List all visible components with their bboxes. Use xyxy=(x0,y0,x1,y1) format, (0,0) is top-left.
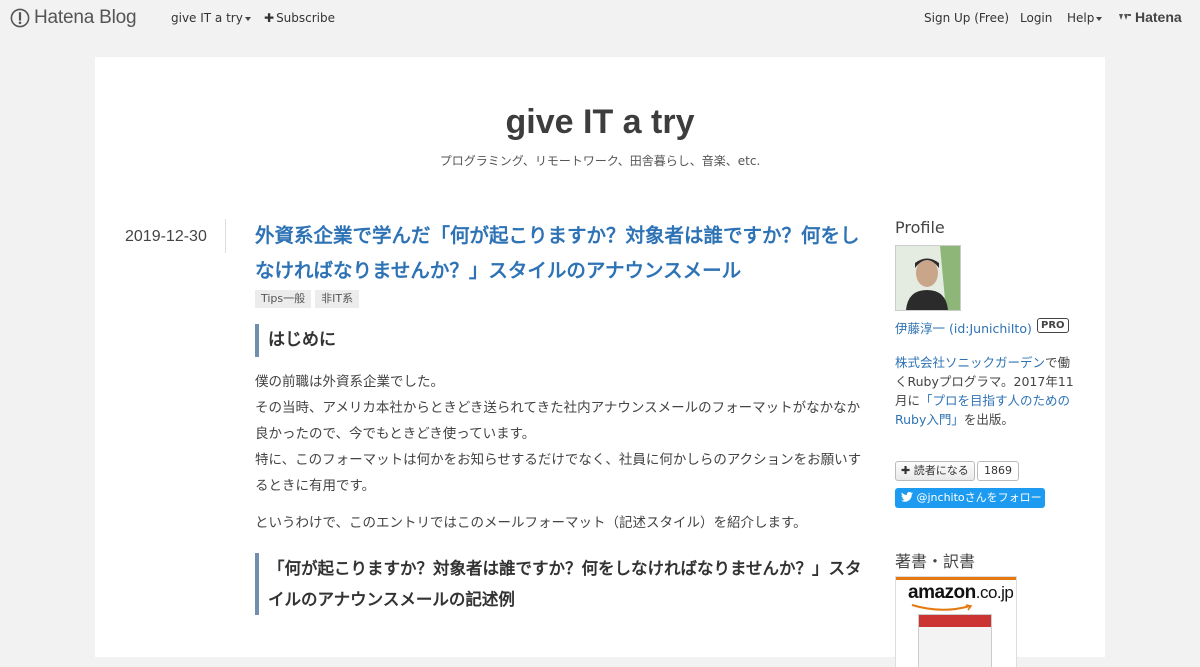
paragraph-line: 僕の前職は外資系企業でした。 xyxy=(255,374,444,390)
book-cover xyxy=(918,614,992,667)
reader-button-label: 読者になる xyxy=(913,464,969,477)
entry-categories: Tips一般 非IT系 xyxy=(255,290,360,308)
subscribe-reader-button[interactable]: ✚ 読者になる xyxy=(895,461,975,481)
blog-description: プログラミング、リモートワーク、田舎暮らし、音楽、etc. xyxy=(439,154,761,168)
pro-badge: PRO xyxy=(1037,318,1069,333)
hatena-logo[interactable]: Hatena xyxy=(1118,9,1182,25)
twitter-follow-label: @jnchitoさんをフォロー xyxy=(916,491,1042,504)
blog-menu-dropdown[interactable]: give IT a try xyxy=(171,11,251,25)
entry-title[interactable]: 外資系企業で学んだ「何が起こりますか？対象者は誰ですか？何をしなければなりません… xyxy=(255,219,870,289)
blog-container: give IT a try プログラミング、リモートワーク、田舎暮らし、音楽、e… xyxy=(95,57,1105,667)
company-link[interactable]: 株式会社ソニックガーデン xyxy=(895,355,1045,370)
plus-icon: ✚ xyxy=(264,11,275,25)
reader-count: 1869 xyxy=(977,461,1019,481)
book-cover-band xyxy=(919,615,991,627)
amazon-logo: amazon.co.jp xyxy=(908,582,1014,604)
profile-description: 株式会社ソニックガーデンで働くRubyプログラマ。2017年11月に「プロを目指… xyxy=(895,353,1075,429)
entry-date[interactable]: 2019-12-30 xyxy=(125,228,207,246)
category-tag[interactable]: Tips一般 xyxy=(255,290,312,308)
chevron-down-icon xyxy=(1096,16,1103,21)
login-link[interactable]: Login xyxy=(1020,11,1052,25)
paragraph-line: その当時、アメリカ本社からときどき送られてきた社内アナウンスメールのフォーマット… xyxy=(255,400,861,442)
twitter-follow-button[interactable]: @jnchitoさんをフォロー xyxy=(895,488,1045,508)
help-label: Help xyxy=(1067,11,1095,25)
entry-body: 僕の前職は外資系企業でした。 その当時、アメリカ本社からときどき送られてきた社内… xyxy=(255,369,865,547)
amazon-smile-icon xyxy=(911,604,973,611)
subscribe-button[interactable]: ✚ Subscribe xyxy=(264,11,335,25)
twitter-bird-icon xyxy=(901,491,913,502)
profile-photo xyxy=(896,246,960,310)
profile-heading: Profile xyxy=(895,218,945,237)
amazon-wordmark: amazon xyxy=(908,582,976,603)
chevron-down-icon xyxy=(244,16,251,21)
hatena-blog-logo[interactable]: Hatena Blog xyxy=(10,7,137,29)
logo-text: Hatena Blog xyxy=(34,7,137,28)
signup-link[interactable]: Sign Up (Free) xyxy=(924,11,1009,25)
category-tag[interactable]: 非IT系 xyxy=(315,290,360,308)
plus-icon: ✚ xyxy=(901,464,911,477)
hatena-logo-text: Hatena xyxy=(1135,9,1182,25)
help-dropdown[interactable]: Help xyxy=(1067,11,1103,25)
blog-menu-label: give IT a try xyxy=(171,11,243,25)
paragraph: 僕の前職は外資系企業でした。 その当時、アメリカ本社からときどき送られてきた社内… xyxy=(255,369,865,499)
books-heading: 著書・訳書 xyxy=(895,552,976,571)
blog-title[interactable]: give IT a try xyxy=(95,103,1105,142)
section-heading: はじめに xyxy=(255,324,868,357)
amazon-book-widget[interactable]: amazon.co.jp xyxy=(895,576,1017,667)
profile-text: を出版。 xyxy=(963,412,1014,427)
subscribe-label: Subscribe xyxy=(276,11,336,25)
section-heading: 「何が起こりますか？対象者は誰ですか？何をしなければなりませんか？」スタイルのア… xyxy=(255,553,868,615)
paragraph-line: 特に、このフォーマットは何かをお知らせするだけでなく、社員に何かしらのアクション… xyxy=(255,452,862,494)
date-divider xyxy=(225,219,226,253)
global-header: Hatena Blog give IT a try ✚ Subscribe Sig… xyxy=(0,0,1200,36)
avatar[interactable] xyxy=(895,245,961,311)
paragraph: というわけで、このエントリではこのメールフォーマット（記述スタイル）を紹介します… xyxy=(255,515,807,531)
profile-user-link[interactable]: 伊藤淳一 (id:JunichiIto) xyxy=(895,318,1032,337)
amazon-accent-bar xyxy=(896,577,1016,580)
amazon-tld: .co.jp xyxy=(975,583,1014,602)
hatena-blog-icon xyxy=(10,8,30,28)
hatena-mark-icon xyxy=(1119,14,1131,20)
